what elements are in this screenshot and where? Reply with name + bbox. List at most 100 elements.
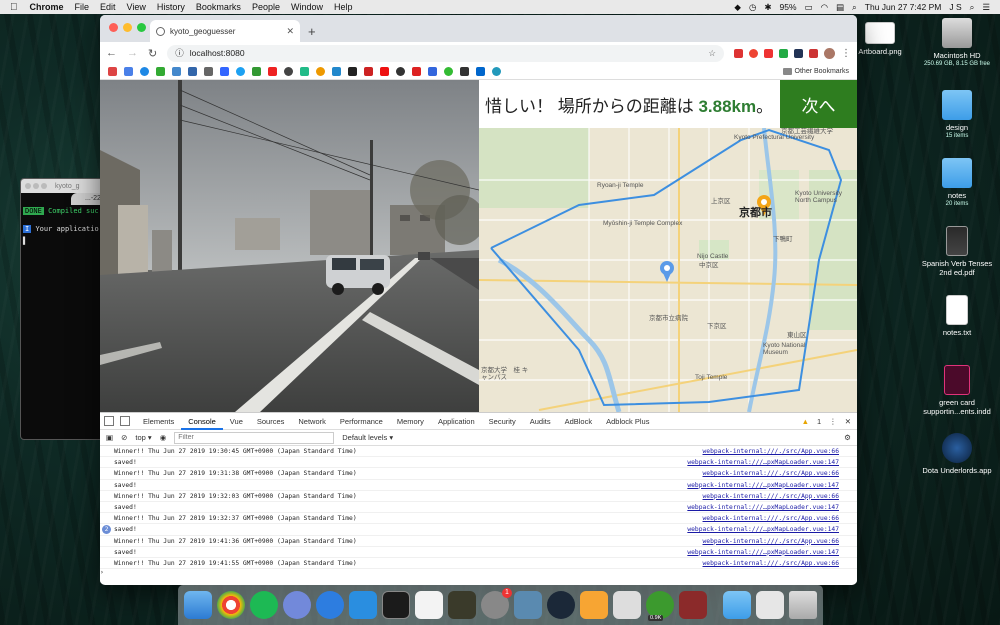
bookmark-icon[interactable] — [428, 67, 437, 76]
reload-icon[interactable]: ↻ — [148, 47, 157, 60]
minimize-icon[interactable] — [123, 23, 132, 32]
preview-icon[interactable] — [514, 591, 542, 619]
vscode-icon[interactable] — [349, 591, 377, 619]
calendar-icon[interactable] — [124, 67, 133, 76]
clock[interactable]: Thu Jun 27 7:42 PM — [865, 2, 942, 12]
search-icon[interactable]: ⌕ — [852, 2, 857, 13]
tab-audits[interactable]: Audits — [523, 413, 558, 430]
twitter-icon[interactable] — [236, 67, 245, 76]
eye-icon[interactable]: ◉ — [160, 433, 167, 442]
desktop-icon-green-card[interactable]: green card supportin...ents.indd — [917, 365, 997, 416]
console-source-link[interactable]: webpack-internal:///…pxMapLoader.vue:147 — [687, 524, 857, 534]
address-bar[interactable]: ⓘ localhost:8080 ☆ — [167, 44, 724, 62]
desktop-icon-notes[interactable]: notes 20 items — [917, 158, 997, 209]
bookmark-icon[interactable] — [460, 67, 469, 76]
inspect-icon[interactable] — [104, 416, 114, 426]
device-toolbar-icon[interactable] — [120, 416, 130, 426]
extension-icon[interactable] — [764, 48, 773, 58]
close-icon[interactable] — [25, 183, 31, 189]
menu-help[interactable]: Help — [334, 2, 353, 12]
street-view-panorama[interactable] — [100, 80, 479, 412]
bookmark-icon[interactable] — [444, 67, 453, 76]
extension-icon[interactable] — [779, 48, 788, 58]
extension-icon[interactable] — [794, 48, 803, 58]
ublock-icon[interactable] — [749, 48, 758, 58]
tab-console[interactable]: Console — [181, 413, 223, 430]
extension-icon[interactable] — [809, 48, 818, 58]
menu-people[interactable]: People — [252, 2, 280, 12]
bluetooth-icon[interactable]: ✱ — [764, 2, 771, 13]
context-select[interactable]: top ▾ — [135, 433, 151, 442]
bookmark-icon[interactable] — [396, 67, 405, 76]
tab-performance[interactable]: Performance — [333, 413, 390, 430]
tab-sources[interactable]: Sources — [250, 413, 292, 430]
bookmark-icon[interactable] — [156, 67, 165, 76]
terminal-window[interactable]: kyoto_g ...-224B8F3B4ED6 DONE Compiled s… — [20, 178, 110, 440]
back-icon[interactable]: ← — [106, 47, 117, 59]
time-machine-icon[interactable]: ◷ — [749, 2, 756, 13]
textedit-icon[interactable] — [415, 591, 443, 619]
bookmark-icon[interactable] — [284, 67, 293, 76]
bookmark-icon[interactable] — [412, 67, 421, 76]
console-source-link[interactable]: webpack-internal:///…pxMapLoader.vue:147 — [687, 457, 857, 467]
other-bookmarks[interactable]: Other Bookmarks — [782, 68, 849, 75]
notification-center-icon[interactable]: ☰ — [982, 2, 990, 13]
battery-percent[interactable]: 95% — [780, 2, 797, 12]
sidebar-toggle-icon[interactable]: ▣ — [106, 433, 113, 442]
system-preferences-icon[interactable]: 1 — [481, 588, 512, 619]
desktop-icon-macintosh-hd[interactable]: Macintosh HD 250.69 GB, 8.15 GB free — [917, 18, 997, 69]
downloads-folder-icon[interactable] — [723, 591, 751, 619]
menu-app-name[interactable]: Chrome — [30, 2, 64, 12]
tab-adblock-plus[interactable]: Adblock Plus — [599, 413, 656, 430]
close-icon[interactable] — [109, 23, 118, 32]
desktop-icon-spanish-verb-tenses[interactable]: Spanish Verb Tenses 2nd ed.pdf — [917, 226, 997, 277]
forward-icon[interactable]: → — [127, 47, 138, 59]
bookmark-icon[interactable] — [220, 67, 229, 76]
utorrent-icon[interactable]: 0.9K — [646, 591, 674, 621]
bookmark-icon[interactable] — [332, 67, 341, 76]
devtools-menu-icon[interactable]: ⋮ — [829, 417, 837, 426]
desktop-icon-dota-underlords[interactable]: Dota Underlords.app — [917, 433, 997, 475]
console-filter-input[interactable] — [174, 431, 335, 444]
messenger-icon[interactable] — [140, 67, 149, 76]
flag-icon[interactable]: ▤ — [836, 2, 844, 13]
youtube-icon[interactable] — [268, 67, 277, 76]
browser-tab[interactable]: kyoto_geoguesser ✕ — [150, 20, 300, 42]
menu-bookmarks[interactable]: Bookmarks — [196, 2, 241, 12]
trash-icon[interactable] — [789, 591, 817, 619]
adblock-icon[interactable] — [734, 48, 743, 58]
dropbox-icon[interactable]: ◆ — [734, 2, 741, 13]
menu-edit[interactable]: Edit — [100, 2, 116, 12]
bookmark-icon[interactable] — [204, 67, 213, 76]
font-book-icon[interactable] — [613, 591, 641, 619]
console-prompt[interactable]: › — [100, 569, 857, 576]
tab-adblock[interactable]: AdBlock — [558, 413, 600, 430]
steam-icon[interactable] — [547, 591, 575, 619]
console-source-link[interactable]: webpack-internal:///./src/App.vue:66 — [703, 491, 857, 501]
sketch-icon[interactable] — [580, 591, 608, 619]
minimize-icon[interactable] — [33, 183, 39, 189]
desktop-icon-design[interactable]: design 15 items — [917, 90, 997, 141]
finder-icon[interactable] — [184, 591, 212, 619]
chrome-icon[interactable] — [217, 591, 245, 619]
menu-file[interactable]: File — [75, 2, 90, 12]
bookmark-icon[interactable] — [364, 67, 373, 76]
new-tab-button[interactable]: + — [308, 24, 316, 39]
documents-stack-icon[interactable] — [756, 591, 784, 619]
spotlight-icon[interactable]: ⌕ — [970, 2, 975, 13]
log-levels-select[interactable]: Default levels ▾ — [342, 433, 393, 442]
tab-memory[interactable]: Memory — [390, 413, 431, 430]
tab-application[interactable]: Application — [431, 413, 482, 430]
zoom-icon[interactable] — [41, 183, 47, 189]
zoom-icon[interactable] — [137, 23, 146, 32]
bookmark-icon[interactable] — [172, 67, 181, 76]
console-source-link[interactable]: webpack-internal:///./src/App.vue:66 — [703, 513, 857, 523]
gmail-icon[interactable] — [108, 67, 117, 76]
activity-monitor-icon[interactable] — [448, 591, 476, 619]
bookmark-icon[interactable] — [316, 67, 325, 76]
menu-history[interactable]: History — [157, 2, 185, 12]
menu-window[interactable]: Window — [291, 2, 323, 12]
tab-network[interactable]: Network — [291, 413, 333, 430]
url-text[interactable]: localhost:8080 — [190, 48, 245, 58]
result-map[interactable]: 惜しい！ 場所からの距離は 3.88km。 次へ Kyoto Prefectur… — [479, 80, 857, 412]
